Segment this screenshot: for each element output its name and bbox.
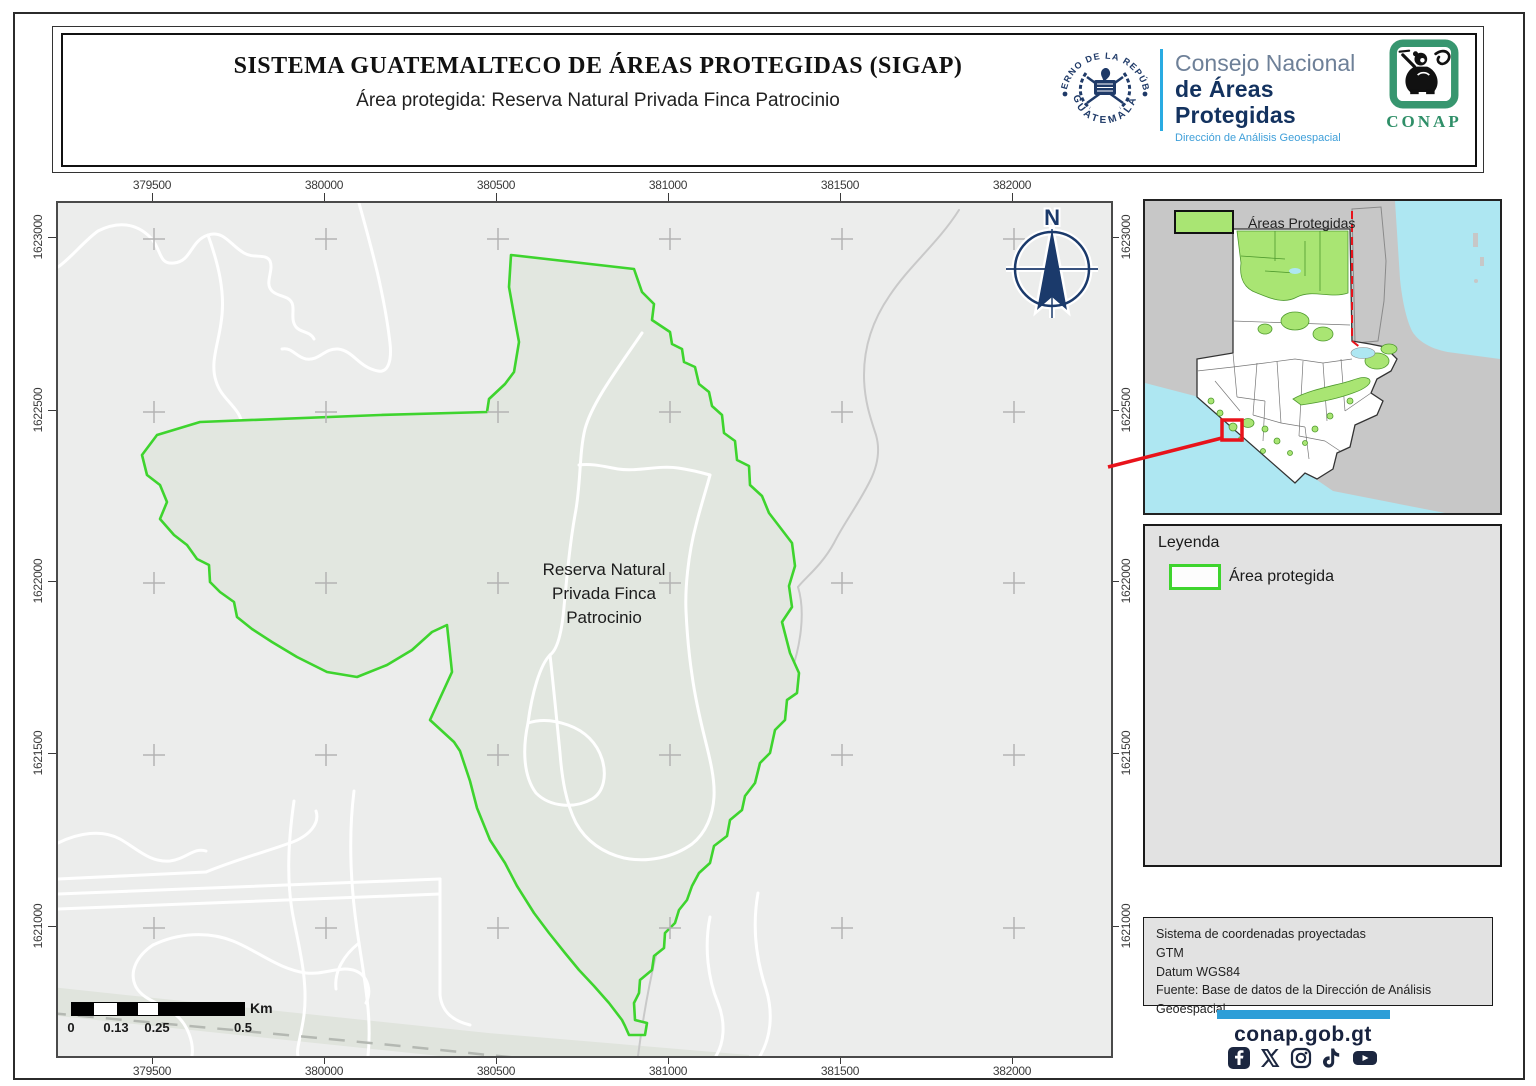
- axis-tick: [48, 753, 56, 754]
- info-line: Sistema de coordenadas proyectadas: [1156, 925, 1492, 944]
- scale-label: 0.25: [141, 1020, 173, 1035]
- y-axis-label: 1623000: [31, 197, 45, 277]
- main-map: Reserva Natural Privada Finca Patrocinio…: [56, 201, 1113, 1058]
- axis-tick: [48, 926, 56, 927]
- x-axis-label: 380500: [456, 178, 536, 192]
- x-axis-label: 379500: [112, 1064, 192, 1078]
- social-icons-row: [1193, 1047, 1413, 1074]
- legend-panel: Leyenda Área protegida: [1143, 524, 1502, 867]
- scale-unit: Km: [250, 1000, 273, 1016]
- org-line1: Consejo Nacional: [1175, 51, 1375, 77]
- x-axis-label: 381500: [800, 1064, 880, 1078]
- y-axis-label: 1621000: [31, 886, 45, 966]
- header: SISTEMA GUATEMALTECO DE ÁREAS PROTEGIDAS…: [61, 33, 1477, 167]
- x-axis-label: 380000: [284, 1064, 364, 1078]
- scale-bar: [71, 1002, 245, 1016]
- legend-item-label: Área protegida: [1229, 568, 1334, 586]
- conap-logo: CONAP: [1364, 39, 1484, 132]
- axis-tick: [48, 581, 56, 582]
- conap-monkey-icon: [1389, 39, 1459, 109]
- legend-title: Leyenda: [1158, 534, 1219, 552]
- page-subtitle: Área protegida: Reserva Natural Privada …: [133, 90, 1063, 112]
- y-axis-label: 1622000: [31, 541, 45, 621]
- y-axis-label: 1621500: [31, 713, 45, 793]
- x-axis-label: 380500: [456, 1064, 536, 1078]
- y-axis-label: 1622000: [1119, 541, 1133, 621]
- axis-tick: [840, 193, 841, 201]
- y-axis-label: 1623000: [1119, 197, 1133, 277]
- axis-tick: [496, 193, 497, 201]
- x-axis-label: 381000: [628, 1064, 708, 1078]
- axis-tick: [1012, 193, 1013, 201]
- area-label-line1: Reserva Natural: [543, 560, 666, 579]
- scale-label: 0.13: [100, 1020, 132, 1035]
- x-axis-label: 379500: [112, 178, 192, 192]
- axis-tick: [668, 193, 669, 201]
- facebook-icon: [1228, 1047, 1250, 1074]
- x-axis-label: 380000: [284, 178, 364, 192]
- info-line: GTM: [1156, 944, 1492, 963]
- protected-area-swatch: [1169, 564, 1221, 590]
- website-text: conap.gob.gt: [1193, 1023, 1413, 1047]
- scale-label: 0.5: [231, 1020, 255, 1035]
- guatemala-government-seal-icon: GOBIERNO DE LA REPÚBLICA GUATEMALA: [1056, 39, 1154, 137]
- tiktok-icon: [1321, 1047, 1343, 1074]
- axis-tick: [48, 410, 56, 411]
- area-label-line2: Privada Finca: [552, 584, 656, 603]
- axis-tick: [48, 237, 56, 238]
- coordinate-system-info: Sistema de coordenadas proyectadas GTM D…: [1143, 917, 1493, 1006]
- x-axis-label: 382000: [972, 1064, 1052, 1078]
- info-line: Datum WGS84: [1156, 963, 1492, 982]
- axis-tick: [152, 193, 153, 201]
- x-axis-label: 381000: [628, 178, 708, 192]
- x-icon: [1259, 1047, 1281, 1074]
- scale-label: 0: [63, 1020, 79, 1035]
- north-label: N: [1044, 205, 1060, 230]
- conap-org-text: Consejo Nacional de Áreas Protegidas Dir…: [1175, 51, 1375, 145]
- inset-locator-map: Áreas Protegidas: [1143, 199, 1502, 515]
- page-title: SISTEMA GUATEMALTECO DE ÁREAS PROTEGIDAS…: [133, 53, 1063, 80]
- org-line2: de Áreas Protegidas: [1175, 77, 1375, 129]
- org-line3: Dirección de Análisis Geoespacial: [1175, 132, 1375, 144]
- y-axis-label: 1622500: [31, 370, 45, 450]
- inset-legend-label: Áreas Protegidas: [1248, 215, 1355, 231]
- youtube-icon: [1352, 1047, 1378, 1074]
- conap-wordmark: CONAP: [1364, 112, 1484, 132]
- header-divider: [1160, 49, 1163, 131]
- instagram-icon: [1290, 1047, 1312, 1074]
- y-axis-label: 1622500: [1119, 370, 1133, 450]
- inset-legend-swatch: [1175, 211, 1233, 233]
- axis-tick: [324, 193, 325, 201]
- area-label-line3: Patrocinio: [566, 608, 642, 627]
- footer-accent-bar: [1217, 1010, 1390, 1019]
- title-block: SISTEMA GUATEMALTECO DE ÁREAS PROTEGIDAS…: [133, 53, 1063, 112]
- x-axis-label: 382000: [972, 178, 1052, 192]
- y-axis-label: 1621500: [1119, 713, 1133, 793]
- y-axis-label: 1621000: [1119, 886, 1133, 966]
- x-axis-label: 381500: [800, 178, 880, 192]
